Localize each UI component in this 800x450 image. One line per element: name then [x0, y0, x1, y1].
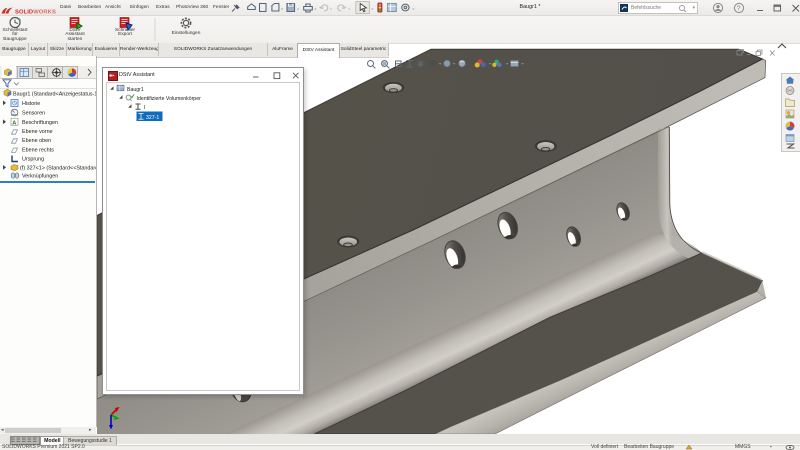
svg-text:SOLIDWORKS: SOLIDWORKS — [15, 9, 56, 15]
svg-text:(f) 327<1> (Standard<<Standard: (f) 327<1> (Standard<<Standard — [20, 165, 96, 171]
svg-text:Ebene oben: Ebene oben — [22, 138, 51, 144]
svg-text:?: ? — [737, 6, 741, 13]
svg-text:Sensoren: Sensoren — [22, 111, 45, 117]
svg-text:Ebene rechts: Ebene rechts — [22, 147, 54, 153]
svg-text:I: I — [144, 105, 145, 111]
svg-text:Ebene vorne: Ebene vorne — [22, 129, 53, 135]
svg-text:Verknüpfungen: Verknüpfungen — [22, 174, 58, 180]
svg-text:Identifizierte Volumenkörper: Identifizierte Volumenkörper — [137, 96, 202, 102]
svg-text:A: A — [12, 120, 16, 126]
svg-text:327-1: 327-1 — [146, 115, 159, 121]
svg-text:Beschriftungen: Beschriftungen — [22, 120, 58, 126]
svg-text:Baugr1: Baugr1 — [127, 87, 144, 93]
svg-text:Baugr1 (Standard<Anzeigestatus: Baugr1 (Standard<Anzeigestatus-1>) — [13, 92, 96, 98]
svg-text:Historie: Historie — [22, 101, 40, 107]
svg-text:Ursprung: Ursprung — [22, 157, 44, 163]
